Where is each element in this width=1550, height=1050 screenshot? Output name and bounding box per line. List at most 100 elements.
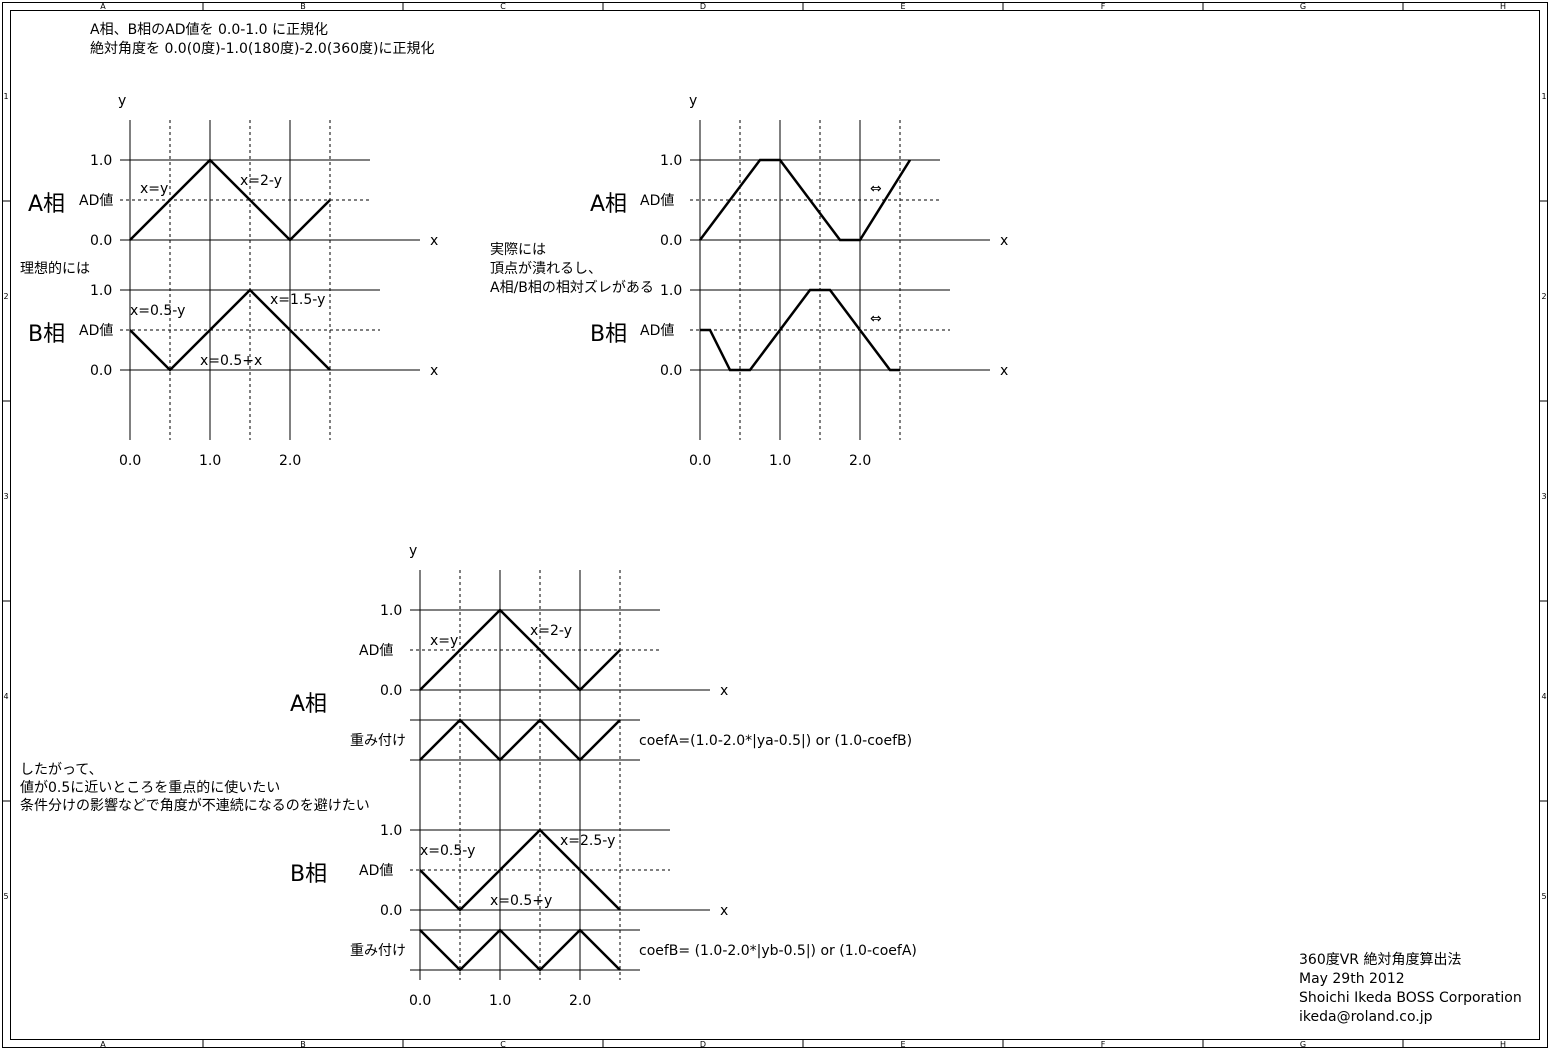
- x-axis-label: x: [720, 903, 728, 919]
- x-tick-label: 2.0: [849, 453, 871, 469]
- x-tick-label: 1.0: [199, 453, 221, 469]
- tick-label-zero: 0.0: [380, 903, 402, 919]
- frame-column-label: D: [700, 1040, 706, 1049]
- frame-column-label: E: [900, 2, 905, 11]
- weighted-chart: y 1.0 AD値 0.0 x A相 x=y x=2-y 重み付け coefA=…: [20, 543, 917, 1009]
- frame-column-label: F: [1101, 2, 1106, 11]
- frame-row-label: 1: [3, 92, 8, 101]
- tick-label-zero: 0.0: [660, 233, 682, 249]
- frame-column-label: H: [1500, 1040, 1506, 1049]
- tick-label-one: 1.0: [90, 153, 112, 169]
- annotation-b-left: x=0.5-y: [420, 843, 475, 859]
- x-axis-label: x: [430, 233, 438, 249]
- x-tick-label: 0.0: [409, 993, 431, 1009]
- x-tick-label: 0.0: [119, 453, 141, 469]
- drawing-title: 360度VR 絶対角度算出法: [1299, 952, 1461, 968]
- x-tick-label: 2.0: [279, 453, 301, 469]
- coef-b-formula: coefB= (1.0-2.0*|yb-0.5|) or (1.0-coefA): [639, 943, 917, 959]
- tick-label-zero: 0.0: [660, 363, 682, 379]
- frame-row-label: 1: [1541, 92, 1546, 101]
- header-line-2: 絶対角度を 0.0(0度)-1.0(180度)-2.0(360度)に正規化: [90, 41, 434, 57]
- frame-row-label: 4: [1541, 692, 1546, 701]
- ideal-note: 理想的には: [20, 261, 90, 277]
- tick-label-one: 1.0: [660, 283, 682, 299]
- drawing-sheet: A A B B C C D D E E F F G G H H 1 1 2 2 3 3 4 4 5 5 A相、B相のAD値を 0.…: [2, 2, 1548, 1049]
- frame-column-label: D: [700, 2, 706, 11]
- tick-label-ad: AD値: [359, 643, 393, 659]
- frame-column-label: C: [500, 1040, 506, 1049]
- x-axis-label: x: [720, 683, 728, 699]
- frame-row-label: 5: [1541, 892, 1546, 901]
- frame-row-label: 5: [3, 892, 8, 901]
- phase-a-label: A相: [28, 192, 65, 217]
- tick-label-zero: 0.0: [90, 233, 112, 249]
- frame-column-label: A: [100, 2, 106, 11]
- annotation-b-left: x=0.5-y: [130, 303, 185, 319]
- annotation-a-left: x=y: [140, 181, 168, 197]
- weight-label-a: 重み付け: [350, 733, 406, 749]
- offset-arrow: ⇔: [870, 181, 882, 197]
- frame-row-label: 2: [3, 292, 8, 301]
- x-axis-label: x: [1000, 233, 1008, 249]
- tick-label-one: 1.0: [90, 283, 112, 299]
- phase-a-label: A相: [590, 192, 627, 217]
- header-line-1: A相、B相のAD値を 0.0-1.0 に正規化: [90, 22, 328, 38]
- y-axis-label: y: [118, 93, 126, 109]
- tick-label-ad: AD値: [359, 863, 393, 879]
- tick-label-zero: 0.0: [380, 683, 402, 699]
- frame-column-label: B: [300, 2, 306, 11]
- actual-note-line-3: A相/B相の相対ズレがある: [490, 280, 654, 296]
- actual-note-line-1: 実際には: [490, 242, 546, 258]
- weight-a-line: [419, 718, 621, 762]
- frame-column-label: F: [1101, 1040, 1106, 1049]
- y-axis-label: y: [409, 543, 417, 559]
- conclusion-line-2: 値が0.5に近いところを重点的に使いたい: [20, 779, 280, 796]
- annotation-a-left: x=y: [430, 633, 458, 649]
- x-axis-label: x: [1000, 363, 1008, 379]
- conclusion-line-1: したがって、: [20, 762, 103, 778]
- weight-label-b: 重み付け: [350, 943, 406, 959]
- frame-column-label: E: [900, 1040, 905, 1049]
- actual-chart: y 1.0 AD値 0.0 x A相 ⇔ 実際には 頂点が潰れるし、 A相/B相…: [490, 93, 1008, 469]
- tick-label-ad: AD値: [79, 323, 113, 339]
- ideal-chart: y 1.0 AD値 0.0 x A相 x=y x=2-y 理想的には 1.0 A…: [20, 93, 438, 469]
- tick-label-one: 1.0: [380, 603, 402, 619]
- weight-b-line: [419, 928, 621, 972]
- y-axis-label: y: [689, 93, 697, 109]
- drawing-date: May 29th 2012: [1299, 971, 1405, 987]
- tick-label-one: 1.0: [660, 153, 682, 169]
- phase-b-label: B相: [590, 322, 627, 347]
- tick-label-ad: AD値: [640, 193, 674, 209]
- frame-row-label: 3: [3, 492, 8, 501]
- annotation-a-right: x=2-y: [240, 173, 282, 189]
- frame-column-label: A: [100, 1040, 106, 1049]
- frame-row-label: 4: [3, 692, 8, 701]
- inner-frame: [10, 10, 1540, 1040]
- offset-arrow: ⇔: [870, 311, 882, 327]
- annotation-b-mid: x=0.5+x: [200, 353, 262, 369]
- frame-column-label: G: [1300, 1040, 1306, 1049]
- annotation-b-right: x=1.5-y: [270, 292, 325, 308]
- x-tick-label: 1.0: [489, 993, 511, 1009]
- phase-b-label: B相: [290, 862, 327, 887]
- annotation-b-mid: x=0.5+y: [490, 893, 552, 909]
- phase-b-label: B相: [28, 322, 65, 347]
- frame-row-label: 2: [1541, 292, 1546, 301]
- actual-note-line-2: 頂点が潰れるし、: [490, 261, 602, 277]
- conclusion-line-3: 条件分けの影響などで角度が不連続になるのを避けたい: [20, 797, 370, 814]
- tick-label-one: 1.0: [380, 823, 402, 839]
- x-tick-label: 1.0: [769, 453, 791, 469]
- title-block: 360度VR 絶対角度算出法 May 29th 2012 Shoichi Ike…: [1299, 952, 1522, 1025]
- annotation-b-right: x=2.5-y: [560, 833, 615, 849]
- tick-label-ad: AD値: [640, 323, 674, 339]
- x-tick-label: 2.0: [569, 993, 591, 1009]
- tick-label-ad: AD値: [79, 193, 113, 209]
- author-email: ikeda@roland.co.jp: [1299, 1009, 1433, 1025]
- x-axis-label: x: [430, 363, 438, 379]
- tick-label-zero: 0.0: [90, 363, 112, 379]
- frame-column-label: H: [1500, 2, 1506, 11]
- coef-a-formula: coefA=(1.0-2.0*|ya-0.5|) or (1.0-coefB): [639, 733, 912, 749]
- drawing-author: Shoichi Ikeda BOSS Corporation: [1299, 990, 1522, 1006]
- frame-column-label: B: [300, 1040, 306, 1049]
- x-tick-label: 0.0: [689, 453, 711, 469]
